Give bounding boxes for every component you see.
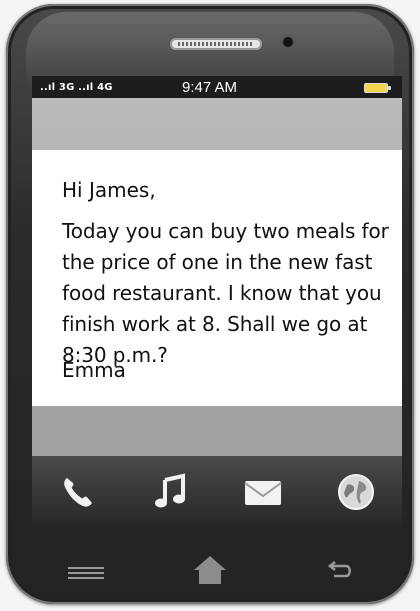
home-icon[interactable] [190,553,230,587]
earpiece-speaker [170,38,262,50]
mail-icon[interactable] [239,468,287,516]
message-greeting: Hi James, [62,178,156,202]
message-body: Today you can buy two meals for the pric… [62,219,389,367]
signal-indicator: ..ıl 3G ..ıl 4G [40,82,113,93]
status-bar: ..ıl 3G ..ıl 4G 9:47 AM [32,76,402,98]
app-dock [32,456,402,528]
music-icon[interactable] [147,468,195,516]
phone-icon[interactable] [54,468,102,516]
message-card: Hi James, Today you can buy two meals fo… [32,150,402,406]
menu-icon[interactable] [66,565,106,579]
phone-screen: ..ıl 3G ..ıl 4G 9:47 AM Hi James, Today … [32,76,402,528]
browser-globe-icon[interactable] [332,468,380,516]
front-camera [283,37,293,47]
status-time: 9:47 AM [182,79,238,96]
message-signature: Emma [62,358,126,382]
back-icon[interactable] [326,560,354,582]
battery-icon [364,83,391,93]
